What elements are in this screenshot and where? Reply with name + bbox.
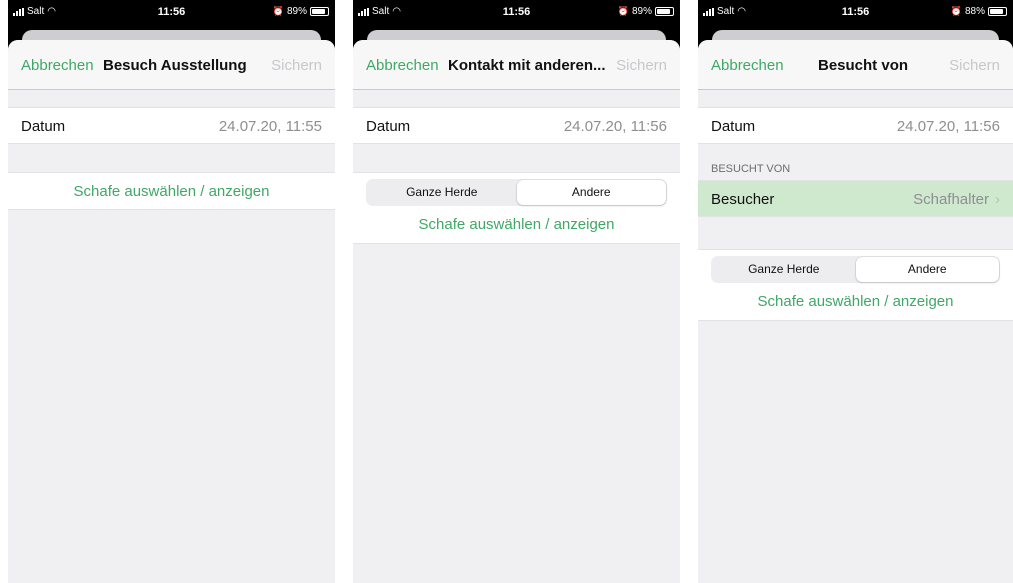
- save-button[interactable]: Sichern: [949, 57, 1000, 74]
- select-sheep-button[interactable]: Schafe auswählen / anzeigen: [698, 283, 1013, 320]
- visitor-value-wrap: Schafhalter ›: [913, 191, 1000, 208]
- battery-percent: 88%: [964, 6, 985, 17]
- page-title: Kontakt mit anderen...: [448, 57, 606, 74]
- select-sheep-button[interactable]: Schafe auswählen / anzeigen: [8, 172, 335, 210]
- battery-icon: [655, 7, 674, 16]
- segment-andere[interactable]: Andere: [516, 180, 666, 205]
- segment-andere[interactable]: Andere: [855, 257, 999, 282]
- segment-section: Ganze Herde Andere Schafe auswählen / an…: [698, 249, 1013, 321]
- page-title: Besucht von: [818, 57, 909, 74]
- herd-segmented-control[interactable]: Ganze Herde Andere: [366, 179, 667, 206]
- alarm-icon: ⏰: [272, 6, 284, 16]
- cancel-button[interactable]: Abbrechen: [366, 57, 439, 74]
- visitor-label: Besucher: [711, 191, 775, 208]
- date-row[interactable]: Datum 24.07.20, 11:56: [698, 107, 1013, 144]
- date-value: 24.07.20, 11:56: [896, 118, 1000, 135]
- battery-percent: 89%: [286, 6, 307, 17]
- cancel-button[interactable]: Abbrechen: [711, 57, 784, 74]
- status-bar: Salt ◠ 11:56 ⏰ 89%: [353, 0, 680, 24]
- section-header-besucht-von: BESUCHT VON: [711, 163, 791, 175]
- chevron-right-icon: ›: [995, 191, 1000, 208]
- screen-besuch-ausstellung: Salt ◠ 11:56 ⏰ 89% Abbrechen Besuch Auss…: [8, 0, 335, 583]
- herd-segmented-control[interactable]: Ganze Herde Andere: [711, 256, 1000, 283]
- screen-besucht-von: Salt ◠ 11:56 ⏰ 88% Abbrechen Besucht von…: [698, 0, 1013, 583]
- segment-section: Ganze Herde Andere Schafe auswählen / an…: [353, 172, 680, 244]
- visitor-row[interactable]: Besucher Schafhalter ›: [698, 180, 1013, 217]
- visitor-value: Schafhalter: [913, 191, 989, 208]
- date-label: Datum: [21, 118, 66, 135]
- modal-sheet: Abbrechen Besuch Ausstellung Sichern Dat…: [8, 40, 335, 583]
- status-bar: Salt ◠ 11:56 ⏰ 89%: [8, 0, 335, 24]
- navigation-bar: Abbrechen Besuch Ausstellung Sichern: [8, 40, 335, 90]
- navigation-bar: Abbrechen Besucht von Sichern: [698, 40, 1013, 90]
- page-title: Besuch Ausstellung: [103, 57, 247, 74]
- battery-icon: [988, 7, 1007, 16]
- select-sheep-button[interactable]: Schafe auswählen / anzeigen: [353, 206, 680, 243]
- save-button[interactable]: Sichern: [616, 57, 667, 74]
- navigation-bar: Abbrechen Kontakt mit anderen... Sichern: [353, 40, 680, 90]
- date-value: 24.07.20, 11:56: [563, 118, 667, 135]
- date-row[interactable]: Datum 24.07.20, 11:55: [8, 107, 335, 144]
- modal-sheet: Abbrechen Besucht von Sichern Datum 24.0…: [698, 40, 1013, 583]
- save-button[interactable]: Sichern: [271, 57, 322, 74]
- screen-kontakt: Salt ◠ 11:56 ⏰ 89% Abbrechen Kontakt mit…: [353, 0, 680, 583]
- battery-icon: [310, 7, 329, 16]
- battery-percent: 89%: [631, 6, 652, 17]
- date-row[interactable]: Datum 24.07.20, 11:56: [353, 107, 680, 144]
- date-label: Datum: [366, 118, 411, 135]
- date-value: 24.07.20, 11:55: [218, 118, 322, 135]
- modal-sheet: Abbrechen Kontakt mit anderen... Sichern…: [353, 40, 680, 583]
- segment-ganze-herde[interactable]: Ganze Herde: [712, 257, 856, 282]
- date-label: Datum: [711, 118, 756, 135]
- status-bar: Salt ◠ 11:56 ⏰ 88%: [698, 0, 1013, 24]
- alarm-icon: ⏰: [950, 6, 962, 16]
- segment-ganze-herde[interactable]: Ganze Herde: [367, 180, 517, 205]
- alarm-icon: ⏰: [617, 6, 629, 16]
- cancel-button[interactable]: Abbrechen: [21, 57, 94, 74]
